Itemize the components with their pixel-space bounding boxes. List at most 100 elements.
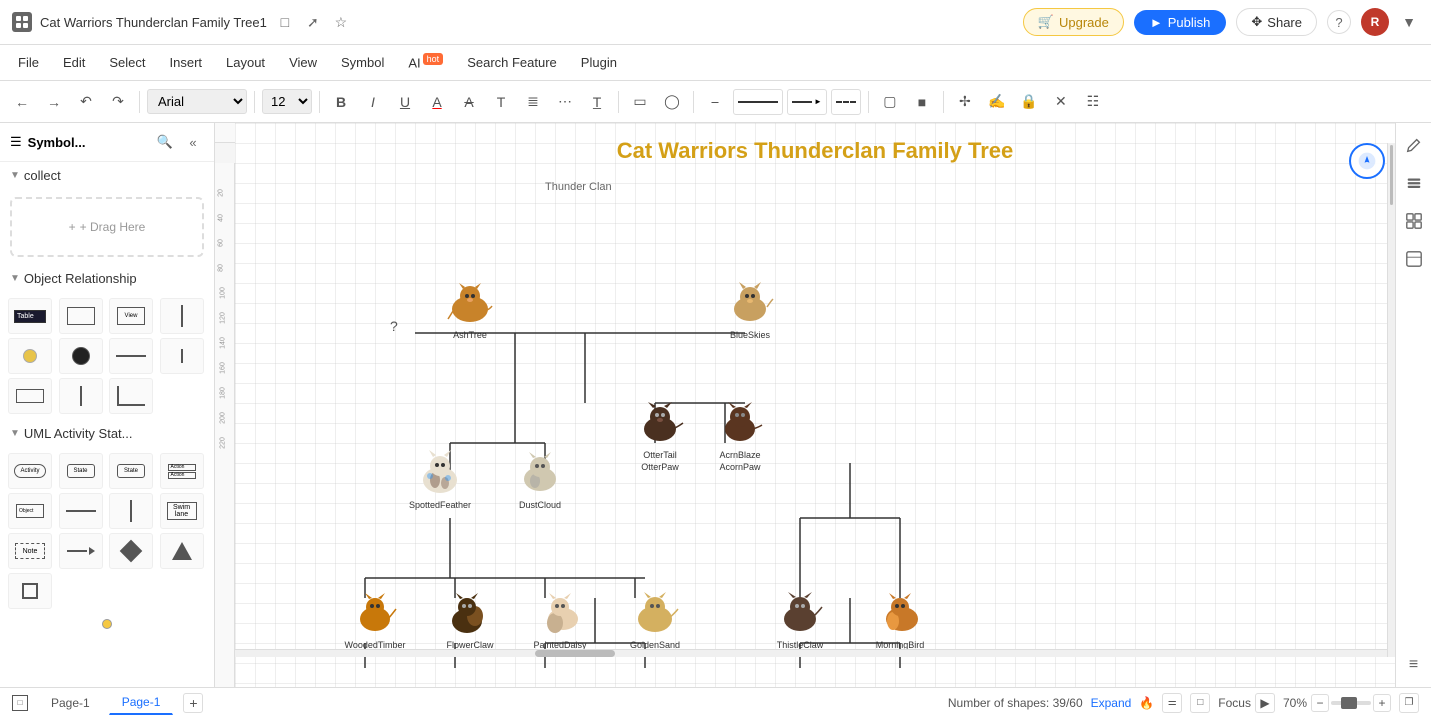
page-tab-active[interactable]: Page-1	[109, 690, 174, 715]
or-symbol-4[interactable]	[160, 298, 204, 334]
account-dropdown-icon[interactable]: ▼	[1399, 12, 1419, 32]
zoom-slider[interactable]	[1331, 701, 1371, 705]
zoom-in-button[interactable]: +	[1373, 694, 1391, 712]
table-button[interactable]: ☷	[1079, 88, 1107, 116]
h-scrollbar-thumb[interactable]	[535, 650, 615, 657]
node-dustcloud[interactable]: DustCloud	[500, 448, 580, 512]
menu-search-feature[interactable]: Search Feature	[457, 51, 567, 74]
avatar[interactable]: R	[1361, 8, 1389, 36]
shape-button[interactable]: ▭	[626, 88, 654, 116]
uml-symbol-6[interactable]	[59, 493, 103, 529]
archer-icon[interactable]	[1349, 143, 1385, 179]
or-symbol-3[interactable]: View	[109, 298, 153, 334]
menu-plugin[interactable]: Plugin	[571, 51, 627, 74]
node-thistleclaw[interactable]: ThistleClaw	[760, 588, 840, 652]
publish-button[interactable]: ► Publish	[1134, 10, 1227, 35]
play-button[interactable]: ▶	[1255, 693, 1275, 713]
zoom-out-button[interactable]: −	[1311, 694, 1329, 712]
star-icon[interactable]: ☆	[331, 12, 351, 32]
section-object-relationship[interactable]: ▼ Object Relationship	[0, 265, 214, 292]
menu-layout[interactable]: Layout	[216, 51, 275, 74]
connection-button[interactable]: ⎯	[701, 88, 729, 116]
or-symbol-2[interactable]	[59, 298, 103, 334]
group-button[interactable]: ▢	[876, 88, 904, 116]
focus-frame-button[interactable]: □	[1190, 693, 1210, 713]
copy-format-button[interactable]: ✍	[983, 88, 1011, 116]
lock2-button[interactable]: 🔒	[1015, 88, 1043, 116]
zoom-slider-thumb[interactable]	[1341, 697, 1357, 709]
sidebar-collapse-icon[interactable]: «	[182, 131, 204, 153]
help-icon[interactable]: ?	[1327, 10, 1351, 34]
uml-symbol-2[interactable]: State	[59, 453, 103, 489]
node-ottertail[interactable]: OtterTailOtterPaw	[620, 398, 700, 473]
add-page-button[interactable]: +	[183, 693, 203, 713]
node-ashtree[interactable]: AshTree	[430, 278, 510, 342]
text-style-button[interactable]: T	[487, 88, 515, 116]
italic-button[interactable]: I	[359, 88, 387, 116]
menu-edit[interactable]: Edit	[53, 51, 95, 74]
node-woodedtimber[interactable]: WoodedTimber	[335, 588, 415, 652]
uml-symbol-7[interactable]	[109, 493, 153, 529]
lock-button[interactable]: ■	[908, 88, 936, 116]
or-symbol-1[interactable]: Table	[8, 298, 52, 334]
underline-button[interactable]: U	[391, 88, 419, 116]
font-size-select[interactable]: 12	[262, 89, 312, 114]
or-symbol-11[interactable]	[109, 378, 153, 414]
uml-symbol-12[interactable]	[160, 533, 204, 569]
layers-button[interactable]: ⚌	[1162, 693, 1182, 713]
or-symbol-5[interactable]	[8, 338, 52, 374]
node-blueskies[interactable]: BlueSkies	[710, 278, 790, 342]
or-symbol-9[interactable]	[8, 378, 52, 414]
or-symbol-6[interactable]	[59, 338, 103, 374]
uml-symbol-13[interactable]	[8, 573, 52, 609]
align-button[interactable]: ≣	[519, 88, 547, 116]
menu-select[interactable]: Select	[99, 51, 155, 74]
fullscreen-button[interactable]: ❐	[1399, 693, 1419, 713]
node-morningbird[interactable]: MorningBird	[860, 588, 940, 652]
undo2-button[interactable]: ↶	[72, 88, 100, 116]
menu-symbol[interactable]: Symbol	[331, 51, 394, 74]
format-button[interactable]: ✢	[951, 88, 979, 116]
rp-layers-icon[interactable]	[1400, 169, 1428, 197]
uml-symbol-10[interactable]	[59, 533, 103, 569]
section-collect[interactable]: ▼ collect	[0, 162, 214, 189]
uml-symbol-1[interactable]: Activity	[8, 453, 52, 489]
node-spottedfeather[interactable]: SpottedFeather	[400, 448, 480, 512]
expand-link[interactable]: Expand	[1091, 696, 1132, 710]
uml-symbol-8[interactable]: Swim lane	[160, 493, 204, 529]
minimize-icon[interactable]: □	[275, 12, 295, 32]
rp-grid-icon[interactable]	[1400, 207, 1428, 235]
rp-pen-icon[interactable]	[1400, 131, 1428, 159]
menu-file[interactable]: File	[8, 51, 49, 74]
more-button[interactable]: ✕	[1047, 88, 1075, 116]
redo2-button[interactable]: ↷	[104, 88, 132, 116]
rp-panel-icon[interactable]	[1400, 245, 1428, 273]
valign-button[interactable]: ⋯	[551, 88, 579, 116]
menu-insert[interactable]: Insert	[160, 51, 213, 74]
shape2-button[interactable]: ◯	[658, 88, 686, 116]
font-family-select[interactable]: Arial	[147, 89, 247, 114]
drag-here-area[interactable]: + + Drag Here	[10, 197, 204, 257]
share-button[interactable]: ✥ Share	[1236, 8, 1317, 36]
strikethrough-button[interactable]: A	[455, 88, 483, 116]
uml-symbol-5[interactable]: Object	[8, 493, 52, 529]
horizontal-scrollbar[interactable]	[235, 649, 1387, 657]
node-goldensand[interactable]: GoldenSand	[615, 588, 695, 652]
node-painteddaisy[interactable]: PaintedDaisy	[520, 588, 600, 652]
node-acornblaze[interactable]: AcrnBlazeAcornPaw	[700, 398, 780, 473]
bold-button[interactable]: B	[327, 88, 355, 116]
vertical-scrollbar[interactable]	[1387, 143, 1395, 657]
canvas-inner[interactable]: Cat Warriors Thunderclan Family Tree Thu…	[235, 143, 1395, 687]
menu-ai[interactable]: AIhot	[398, 50, 453, 74]
uml-symbol-4[interactable]: Action Action	[160, 453, 204, 489]
external-link-icon[interactable]: ➚	[303, 12, 323, 32]
upgrade-button[interactable]: 🛒 Upgrade	[1023, 8, 1124, 36]
text-fmt-button[interactable]: T̲	[583, 88, 611, 116]
page-tab-inactive[interactable]: Page-1	[38, 691, 103, 715]
uml-symbol-11[interactable]	[109, 533, 153, 569]
uml-symbol-9[interactable]: Note	[8, 533, 52, 569]
undo-button[interactable]: ←	[8, 88, 36, 116]
redo-button[interactable]: →	[40, 88, 68, 116]
or-symbol-7[interactable]	[109, 338, 153, 374]
or-symbol-8[interactable]	[160, 338, 204, 374]
